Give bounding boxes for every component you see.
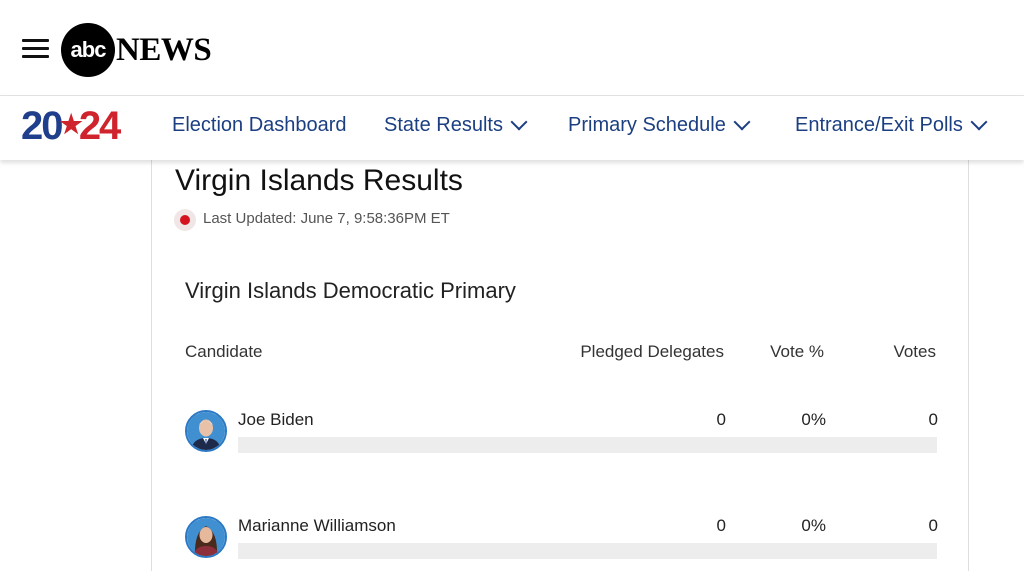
candidate-row: Marianne Williamson 0 0% 0 xyxy=(152,516,970,571)
nav-state-results[interactable]: State Results xyxy=(384,113,528,137)
candidate-votes: 0 xyxy=(928,410,938,429)
candidate-votes: 0 xyxy=(928,516,938,535)
vote-bar-track xyxy=(238,543,937,559)
election-nav: 20 ★ 24 Election Dashboard State Results P… xyxy=(0,96,1024,160)
star-icon: ★ xyxy=(59,108,83,139)
race-title: Virgin Islands Democratic Primary xyxy=(185,278,516,303)
abc-logo-circle: abc xyxy=(61,23,115,77)
candidate-row: Joe Biden 0 0% 0 xyxy=(152,410,970,470)
abc-news-logo[interactable]: abc NEWS xyxy=(61,22,212,78)
vote-bar-track xyxy=(238,437,937,453)
candidate-avatar xyxy=(185,410,227,452)
candidate-name: Marianne Williamson xyxy=(238,516,396,535)
news-wordmark: NEWS xyxy=(116,31,212,68)
candidate-vote-pct: 0% xyxy=(801,516,826,535)
last-updated-text: Last Updated: June 7, 9:58:36PM ET xyxy=(203,210,450,227)
column-header-delegates: Pledged Delegates xyxy=(580,342,724,361)
page-title: Virgin Islands Results xyxy=(175,164,463,197)
nav-entrance-exit-polls[interactable]: Entrance/Exit Polls xyxy=(795,113,988,137)
election-2024-logo[interactable]: 20 ★ 24 xyxy=(21,104,121,148)
column-header-votes: Votes xyxy=(893,342,936,361)
candidate-avatar xyxy=(185,516,227,558)
menu-icon[interactable] xyxy=(22,38,49,60)
column-header-candidate: Candidate xyxy=(185,342,263,361)
chevron-down-icon xyxy=(510,113,528,130)
chevron-down-icon xyxy=(970,113,988,130)
nav-election-dashboard[interactable]: Election Dashboard xyxy=(172,114,347,137)
column-header-vote-pct: Vote % xyxy=(770,342,824,361)
candidate-delegates: 0 xyxy=(716,410,726,429)
results-card: Virgin Islands Results Last Updated: Jun… xyxy=(151,152,969,571)
candidate-name: Joe Biden xyxy=(238,410,314,429)
candidate-vote-pct: 0% xyxy=(801,410,826,429)
chevron-down-icon xyxy=(733,113,751,130)
live-indicator-icon xyxy=(174,209,196,231)
nav-primary-schedule[interactable]: Primary Schedule xyxy=(568,113,751,137)
site-header: abc NEWS xyxy=(0,0,1024,96)
candidate-delegates: 0 xyxy=(716,516,726,535)
